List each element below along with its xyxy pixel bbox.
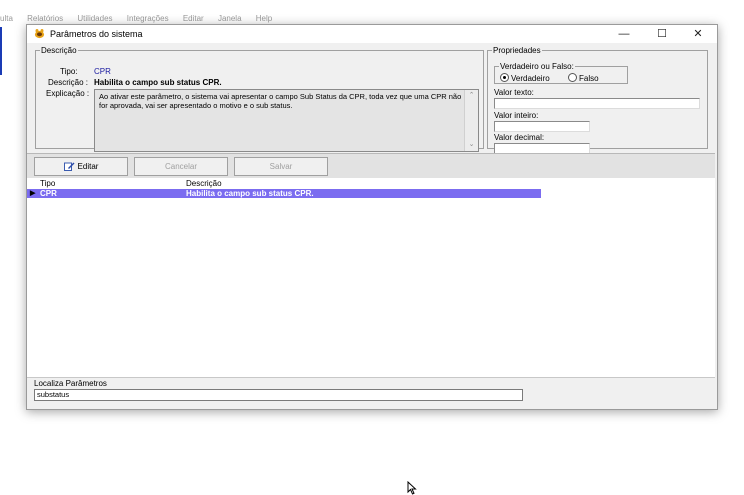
verdadeiro-falso-label: Verdadeiro ou Falso: [500,62,574,71]
tipo-label: Tipo: [60,67,78,76]
editar-button[interactable]: Editar [34,157,128,176]
scroll-down-icon[interactable]: ⌄ [465,139,478,151]
cancelar-button[interactable]: Cancelar [134,157,228,176]
falso-radio[interactable]: Falso [568,73,599,83]
menu-help[interactable]: Help [256,14,272,23]
title-bar[interactable]: Parâmetros do sistema — ☐ ✕ [27,25,717,43]
explicacao-textarea[interactable]: Ao ativar este parâmetro, o sistema vai … [94,89,479,152]
propriedades-group-label: Propriedades [493,46,541,55]
explicacao-text: Ao ativar este parâmetro, o sistema vai … [99,92,462,110]
descricao-value: Habilita o campo sub status CPR. [94,78,222,87]
menu-relatorios[interactable]: Relatórios [27,14,63,23]
valor-texto-label: Valor texto: [494,88,534,97]
row-tipo-cell: CPR [40,189,57,198]
app-logo-icon [34,29,45,39]
table-row[interactable]: ▶ CPR Habilita o campo sub status CPR. [27,189,541,198]
propriedades-group: Propriedades Verdadeiro ou Falso: Verdad… [487,46,708,154]
localiza-label: Localiza Parâmetros [34,379,107,388]
editar-label: Editar [77,162,99,171]
verdadeiro-falso-group: Verdadeiro ou Falso: Verdadeiro Falso [494,62,628,84]
parametros-grid: Tipo Descrição ▶ CPR Habilita o campo su… [27,178,715,495]
valor-inteiro-input[interactable] [494,121,590,132]
maximize-button[interactable]: ☐ [643,25,681,43]
descricao-group: Descrição Tipo: CPR Descrição : Habilita… [35,46,484,152]
localiza-input[interactable]: substatus [34,389,523,401]
close-button[interactable]: ✕ [679,25,717,43]
window-title: Parâmetros do sistema [50,29,143,39]
background-menu: ulta Relatórios Utilidades Integrações E… [0,14,284,24]
row-descricao-cell: Habilita o campo sub status CPR. [186,189,314,198]
explicacao-label: Explicação : [46,89,90,98]
descricao-label: Descrição : [48,78,89,87]
menu-utilidades[interactable]: Utilidades [77,14,112,23]
action-toolbar: Editar Cancelar Salvar [27,153,715,179]
radio-unchecked-icon [568,73,577,82]
tipo-value: CPR [94,67,111,76]
salvar-button[interactable]: Salvar [234,157,328,176]
scroll-up-icon[interactable]: ⌃ [465,90,478,102]
menu-editar[interactable]: Editar [183,14,204,23]
verdadeiro-radio[interactable]: Verdadeiro [500,73,550,83]
edit-pencil-icon [63,162,75,171]
minimize-button[interactable]: — [605,25,643,43]
valor-decimal-label: Valor decimal: [494,133,545,142]
column-header-descricao[interactable]: Descrição [186,179,222,188]
descricao-group-label: Descrição [41,46,77,55]
falso-label: Falso [579,74,599,83]
valor-inteiro-label: Valor inteiro: [494,111,539,120]
column-header-tipo[interactable]: Tipo [40,179,55,188]
radio-checked-icon [500,73,509,82]
row-pointer-icon: ▶ [30,190,36,197]
menu-janela[interactable]: Janela [218,14,242,23]
background-accent [0,27,2,75]
parametros-window: Parâmetros do sistema — ☐ ✕ Descrição Ti… [26,24,718,495]
menu-integracoes[interactable]: Integrações [127,14,169,23]
explicacao-scrollbar[interactable]: ⌃ ⌄ [464,90,478,151]
verdadeiro-label: Verdadeiro [511,74,550,83]
valor-texto-input[interactable] [494,98,700,109]
menu-ulta[interactable]: ulta [0,14,13,23]
grid-header: Tipo Descrição [27,178,715,188]
mouse-pointer-icon [407,481,417,495]
